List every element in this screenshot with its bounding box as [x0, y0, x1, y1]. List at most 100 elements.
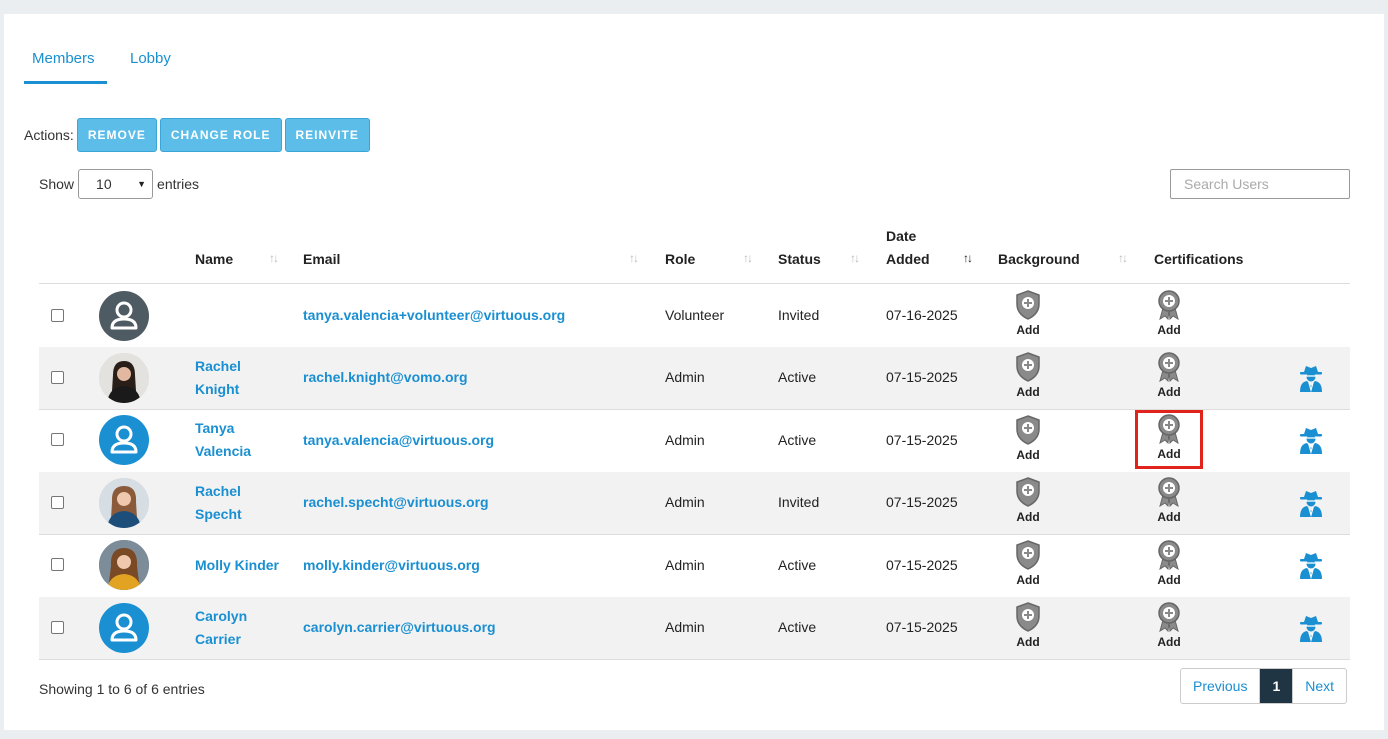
table-row: Molly Kinder molly.kinder@virtuous.org A… — [39, 535, 1350, 598]
member-status: Invited — [778, 307, 820, 323]
member-date-added: 07-15-2025 — [886, 432, 958, 448]
column-date-added-line2[interactable]: Added — [886, 251, 930, 267]
user-icon — [110, 301, 138, 330]
add-label: Add — [1016, 323, 1040, 337]
column-background[interactable]: Background — [998, 251, 1080, 267]
profile-photo — [99, 478, 149, 528]
add-label: Add — [1157, 385, 1181, 399]
add-certification-button[interactable]: Add — [1149, 290, 1189, 337]
member-last-name: Valencia — [195, 443, 252, 459]
member-email[interactable]: carolyn.carrier@virtuous.org — [303, 619, 496, 635]
award-ribbon-icon — [1158, 290, 1180, 321]
member-name[interactable]: Rachel Knight — [195, 355, 290, 401]
sort-icon[interactable]: ↑↓ — [269, 251, 279, 265]
user-icon — [110, 425, 138, 454]
member-last-name: Knight — [195, 381, 240, 397]
impersonate-user-icon[interactable] — [1299, 426, 1323, 459]
add-certification-button[interactable]: Add — [1149, 352, 1189, 399]
member-last-name: Carrier — [195, 631, 241, 647]
add-background-button[interactable]: Add — [1008, 540, 1048, 587]
member-status: Invited — [778, 494, 820, 510]
remove-button[interactable]: REMOVE — [76, 118, 157, 152]
highlight-box — [1135, 410, 1203, 469]
member-role: Volunteer — [665, 307, 725, 323]
sort-icon[interactable]: ↑↓ — [850, 251, 860, 265]
add-certification-button[interactable]: Add — [1149, 540, 1189, 587]
length-menu: Show 10 ▼ entries — [39, 169, 199, 199]
column-email[interactable]: Email — [303, 251, 340, 267]
add-background-button[interactable]: Add — [1008, 415, 1048, 462]
shield-plus-icon — [1016, 477, 1040, 507]
avatar — [99, 415, 149, 465]
row-checkbox[interactable] — [51, 309, 64, 322]
add-label: Add — [1016, 510, 1040, 524]
member-status: Active — [778, 557, 817, 573]
row-checkbox[interactable] — [51, 371, 64, 384]
member-date-added: 07-15-2025 — [886, 557, 958, 573]
add-label: Add — [1016, 573, 1040, 587]
member-name[interactable]: Rachel Specht — [195, 480, 290, 526]
member-name[interactable]: Molly Kinder — [195, 554, 305, 577]
table-header: Name ↑↓ Email ↑↓ Role ↑↓ Status ↑↓ Date … — [39, 222, 1350, 284]
award-ribbon-icon — [1158, 352, 1180, 383]
member-email[interactable]: rachel.knight@vomo.org — [303, 369, 468, 385]
row-checkbox[interactable] — [51, 433, 64, 446]
add-background-button[interactable]: Add — [1008, 352, 1048, 399]
member-email[interactable]: tanya.valencia@virtuous.org — [303, 432, 494, 448]
tab-lobby[interactable]: Lobby — [130, 50, 171, 67]
member-first-name: Rachel — [195, 483, 241, 499]
change-role-button[interactable]: CHANGE ROLE — [159, 118, 282, 152]
search-input[interactable]: Search Users — [1170, 169, 1350, 199]
impersonate-user-icon[interactable] — [1299, 489, 1323, 522]
row-checkbox[interactable] — [51, 558, 64, 571]
add-certification-button[interactable]: Add — [1149, 477, 1189, 524]
member-role: Admin — [665, 432, 705, 448]
show-label: Show — [39, 176, 75, 192]
avatar — [99, 478, 149, 528]
shield-plus-icon — [1016, 415, 1040, 445]
avatar — [99, 353, 149, 403]
member-email[interactable]: molly.kinder@virtuous.org — [303, 557, 480, 573]
impersonate-user-icon[interactable] — [1299, 614, 1323, 647]
add-label: Add — [1157, 635, 1181, 649]
sort-desc-icon[interactable]: ↑↓ — [963, 251, 973, 265]
reinvite-button[interactable]: REINVITE — [284, 118, 370, 152]
entries-select-value: 10 — [96, 176, 112, 192]
column-role[interactable]: Role — [665, 251, 695, 267]
row-checkbox[interactable] — [51, 621, 64, 634]
sort-icon[interactable]: ↑↓ — [743, 251, 753, 265]
member-name[interactable]: Carolyn Carrier — [195, 605, 290, 651]
next-page-button[interactable]: Next — [1293, 669, 1346, 703]
column-date-added-line1[interactable]: Date — [886, 228, 916, 244]
chevron-down-icon: ▼ — [137, 179, 147, 189]
shield-plus-icon — [1016, 540, 1040, 570]
sort-icon[interactable]: ↑↓ — [629, 251, 639, 265]
member-name[interactable]: Tanya Valencia — [195, 417, 290, 463]
page-1-button[interactable]: 1 — [1259, 669, 1294, 703]
member-status: Active — [778, 619, 817, 635]
add-background-button[interactable]: Add — [1008, 477, 1048, 524]
sort-icon[interactable]: ↑↓ — [1118, 251, 1128, 265]
add-certification-button[interactable]: Add — [1149, 602, 1189, 649]
column-name[interactable]: Name — [195, 251, 233, 267]
previous-page-button[interactable]: Previous — [1181, 669, 1259, 703]
profile-photo — [99, 540, 149, 590]
member-email[interactable]: tanya.valencia+volunteer@virtuous.org — [303, 307, 565, 323]
impersonate-user-icon[interactable] — [1299, 551, 1323, 584]
member-date-added: 07-15-2025 — [886, 494, 958, 510]
award-ribbon-icon — [1158, 477, 1180, 508]
member-first-name: Carolyn — [195, 608, 248, 624]
entries-select[interactable]: 10 ▼ — [78, 169, 154, 199]
table-row: tanya.valencia+volunteer@virtuous.org Vo… — [39, 285, 1350, 348]
member-first-name: Tanya — [195, 420, 235, 436]
add-background-button[interactable]: Add — [1008, 290, 1048, 337]
add-label: Add — [1016, 448, 1040, 462]
member-email[interactable]: rachel.specht@virtuous.org — [303, 494, 489, 510]
impersonate-user-icon[interactable] — [1299, 364, 1323, 397]
tab-members[interactable]: Members — [24, 50, 107, 84]
actions-label: Actions: — [24, 127, 74, 143]
add-background-button[interactable]: Add — [1008, 602, 1048, 649]
row-checkbox[interactable] — [51, 496, 64, 509]
award-ribbon-icon — [1158, 602, 1180, 633]
column-status[interactable]: Status — [778, 251, 821, 267]
